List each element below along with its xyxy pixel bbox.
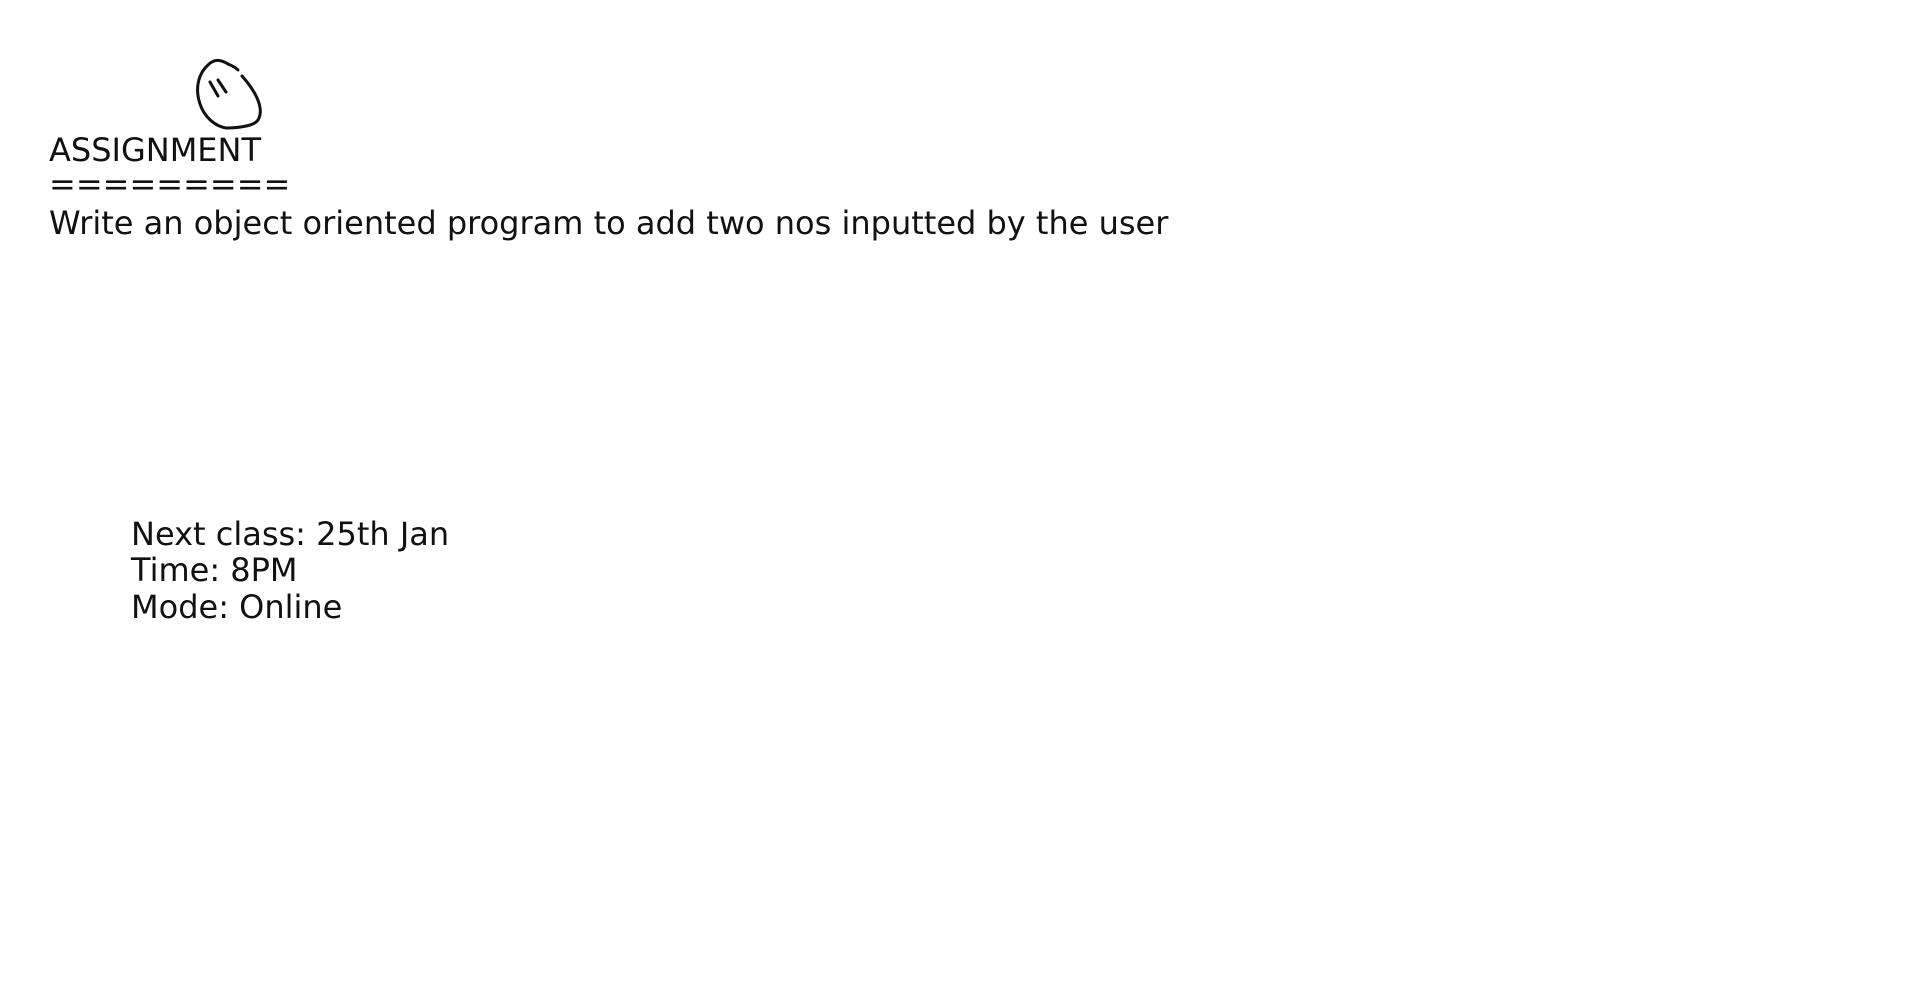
assignment-task: Write an object oriented program to add … [49, 204, 1169, 242]
hand-drawn-scribble [196, 58, 262, 130]
class-time-text: Time: 8PM [131, 551, 298, 589]
heading-underline: ========= [49, 165, 291, 203]
assignment-heading: ASSIGNMENT [49, 131, 261, 169]
next-class-text: Next class: 25th Jan [131, 515, 450, 553]
whiteboard-canvas[interactable]: ASSIGNMENT ========= Write an object ori… [0, 0, 1920, 991]
class-mode-text: Mode: Online [131, 588, 343, 626]
